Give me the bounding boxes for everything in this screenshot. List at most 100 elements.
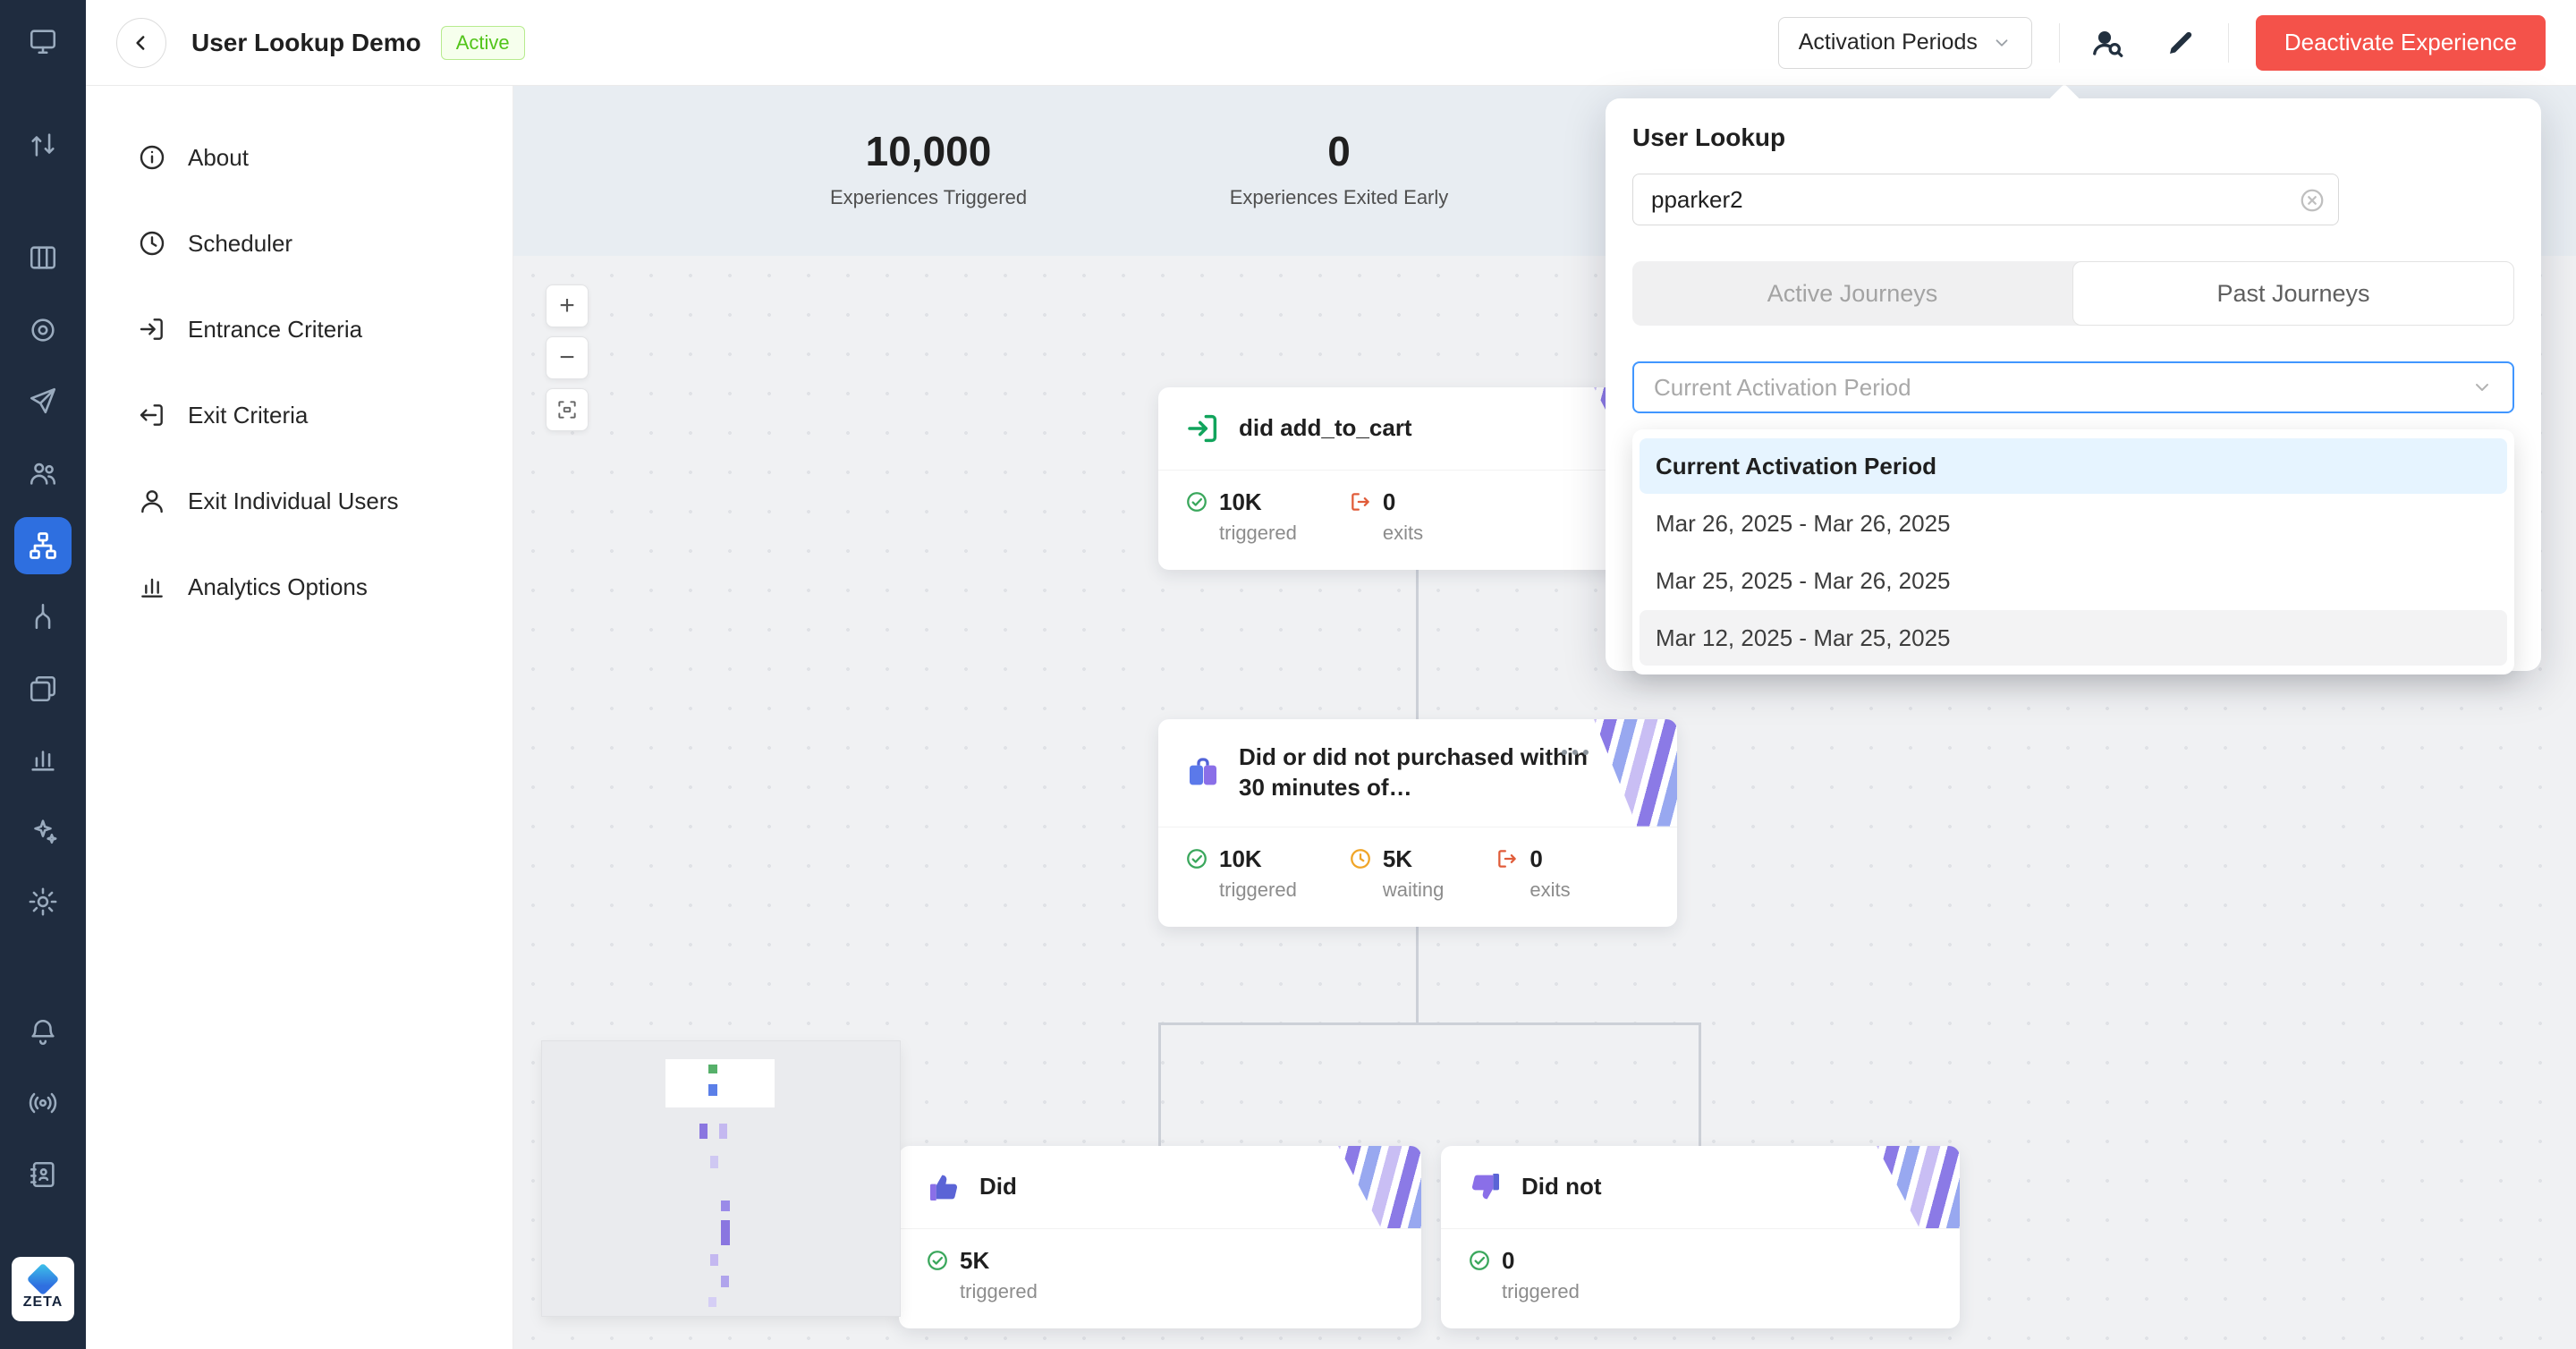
sparkles-icon[interactable]: [25, 813, 61, 849]
node-corner-decoration: [1826, 1146, 1960, 1228]
windows-icon[interactable]: [25, 671, 61, 707]
deactivate-experience-button[interactable]: Deactivate Experience: [2256, 15, 2546, 71]
minimap-node-mark: [710, 1156, 718, 1168]
minimap-node-mark: [708, 1065, 717, 1073]
minimap-viewport[interactable]: [665, 1059, 775, 1107]
minimap-node-mark: [708, 1297, 716, 1307]
sidebar-item-label: About: [188, 144, 249, 172]
edge-branch-horizontal: [1158, 1022, 1701, 1025]
sidebar-item-exit-individual-users[interactable]: Exit Individual Users: [86, 458, 513, 544]
stat-value: 0: [1383, 488, 1423, 516]
header-bar: User Lookup Demo Active Activation Perio…: [86, 0, 2576, 86]
page-title: User Lookup Demo: [191, 29, 421, 57]
app-screen: ZETA User Lookup Demo Active Activation …: [0, 0, 2576, 1349]
docs-book-icon[interactable]: [25, 1157, 61, 1192]
user-search-field[interactable]: [1632, 174, 2339, 225]
activation-period-select[interactable]: Current Activation Period: [1632, 361, 2514, 413]
tab-past-journeys[interactable]: Past Journeys: [2072, 261, 2514, 326]
automation-icon[interactable]: [25, 127, 61, 163]
screen-icon[interactable]: [25, 23, 61, 59]
zoom-in-button[interactable]: +: [546, 284, 589, 327]
node-title: Did not: [1521, 1172, 1602, 1202]
user-lookup-icon[interactable]: [2087, 22, 2128, 64]
popup-title: User Lookup: [1632, 123, 2514, 152]
edge-to-did-not: [1699, 1022, 1701, 1146]
user-search-input[interactable]: [1651, 186, 2288, 214]
minimap-node-mark: [708, 1084, 717, 1096]
sidebar-item-exit-criteria[interactable]: Exit Criteria: [86, 372, 513, 458]
more-options-icon[interactable]: [1559, 746, 1591, 762]
fit-view-icon: [555, 398, 579, 421]
split-node-icon: [1185, 755, 1221, 791]
sidebar-item-entrance-criteria[interactable]: Entrance Criteria: [86, 286, 513, 372]
sidebar-item-about[interactable]: About: [86, 115, 513, 200]
node-entrance[interactable]: did add_to_cart 10Ktriggered 0exits: [1158, 387, 1677, 570]
zeta-logo[interactable]: ZETA: [12, 1257, 74, 1321]
notifications-bell-icon[interactable]: [25, 1014, 61, 1050]
activation-periods-dropdown[interactable]: Activation Periods: [1778, 17, 2032, 69]
thumbs-down-icon: [1468, 1169, 1504, 1205]
stat-waiting: 5Kwaiting: [1349, 845, 1444, 902]
audience-icon[interactable]: [25, 455, 61, 491]
minimap[interactable]: [542, 1041, 900, 1316]
fit-view-button[interactable]: [546, 388, 589, 431]
stat-label: Experiences Triggered: [830, 186, 1027, 209]
edge-entrance-to-split: [1416, 552, 1419, 720]
zoom-out-button[interactable]: −: [546, 336, 589, 379]
option-period-1[interactable]: Mar 26, 2025 - Mar 26, 2025: [1640, 496, 2507, 551]
activation-periods-label: Activation Periods: [1799, 30, 1978, 55]
node-did[interactable]: Did 5Ktriggered: [899, 1146, 1421, 1328]
stat-value: 10K: [1219, 845, 1297, 873]
check-circle-icon: [1185, 847, 1208, 870]
send-icon[interactable]: [25, 383, 61, 419]
clear-input-icon[interactable]: [2299, 187, 2326, 214]
edit-pencil-icon[interactable]: [2160, 22, 2201, 64]
sidebar-item-label: Exit Criteria: [188, 402, 308, 429]
stat-label: exits: [1530, 878, 1570, 902]
zeta-logo-text: ZETA: [23, 1294, 64, 1311]
chevron-left-icon: [130, 31, 153, 55]
sidebar-item-label: Analytics Options: [188, 573, 368, 601]
board-icon[interactable]: [25, 240, 61, 276]
stat-triggered: 10Ktriggered: [1185, 845, 1297, 902]
option-current-activation-period[interactable]: Current Activation Period: [1640, 438, 2507, 494]
journeys-icon-active[interactable]: [14, 517, 72, 574]
split-rail-icon[interactable]: [25, 598, 61, 634]
option-period-2[interactable]: Mar 25, 2025 - Mar 26, 2025: [1640, 553, 2507, 608]
journey-sidebar: About Scheduler Entrance Criteria Exit C…: [86, 86, 513, 1349]
settings-gear-icon[interactable]: [25, 884, 61, 920]
sidebar-item-label: Entrance Criteria: [188, 316, 362, 344]
reports-icon[interactable]: [25, 742, 61, 777]
node-stats: 10Ktriggered 5Kwaiting 0exits: [1158, 827, 1677, 927]
stat-label: triggered: [960, 1280, 1038, 1303]
broadcast-icon[interactable]: [25, 1085, 61, 1121]
node-stats: 5Ktriggered: [899, 1229, 1421, 1328]
header-divider: [2059, 23, 2060, 63]
sidebar-item-analytics-options[interactable]: Analytics Options: [86, 544, 513, 630]
stat-exits: 0exits: [1496, 845, 1570, 902]
check-circle-icon: [1468, 1249, 1491, 1272]
icon-rail: ZETA: [0, 0, 86, 1349]
check-circle-icon: [1185, 490, 1208, 513]
zoom-controls: + −: [546, 284, 589, 431]
sidebar-item-scheduler[interactable]: Scheduler: [86, 200, 513, 286]
tab-active-journeys[interactable]: Active Journeys: [1632, 261, 2072, 326]
node-header: Did or did not purchased within 30 minut…: [1158, 719, 1677, 827]
node-did-not[interactable]: Did not 0triggered: [1441, 1146, 1960, 1328]
node-split[interactable]: Did or did not purchased within 30 minut…: [1158, 719, 1677, 927]
status-badge: Active: [441, 26, 525, 60]
stat-triggered: 5Ktriggered: [926, 1247, 1038, 1303]
stat-experiences-triggered: 10,000 Experiences Triggered: [830, 127, 1027, 209]
node-title: did add_to_cart: [1239, 413, 1412, 444]
stat-experiences-exited-early: 0 Experiences Exited Early: [1230, 127, 1449, 209]
clock-icon: [1349, 847, 1372, 870]
stat-label: waiting: [1383, 878, 1444, 902]
sidebar-item-label: Scheduler: [188, 230, 292, 258]
stat-label: triggered: [1219, 522, 1297, 545]
exit-arrow-icon: [1349, 490, 1372, 513]
option-period-3[interactable]: Mar 12, 2025 - Mar 25, 2025: [1640, 610, 2507, 666]
back-button[interactable]: [116, 18, 166, 68]
stat-value: 10K: [1219, 488, 1297, 516]
target-icon[interactable]: [25, 312, 61, 348]
entrance-node-icon: [1185, 411, 1221, 446]
